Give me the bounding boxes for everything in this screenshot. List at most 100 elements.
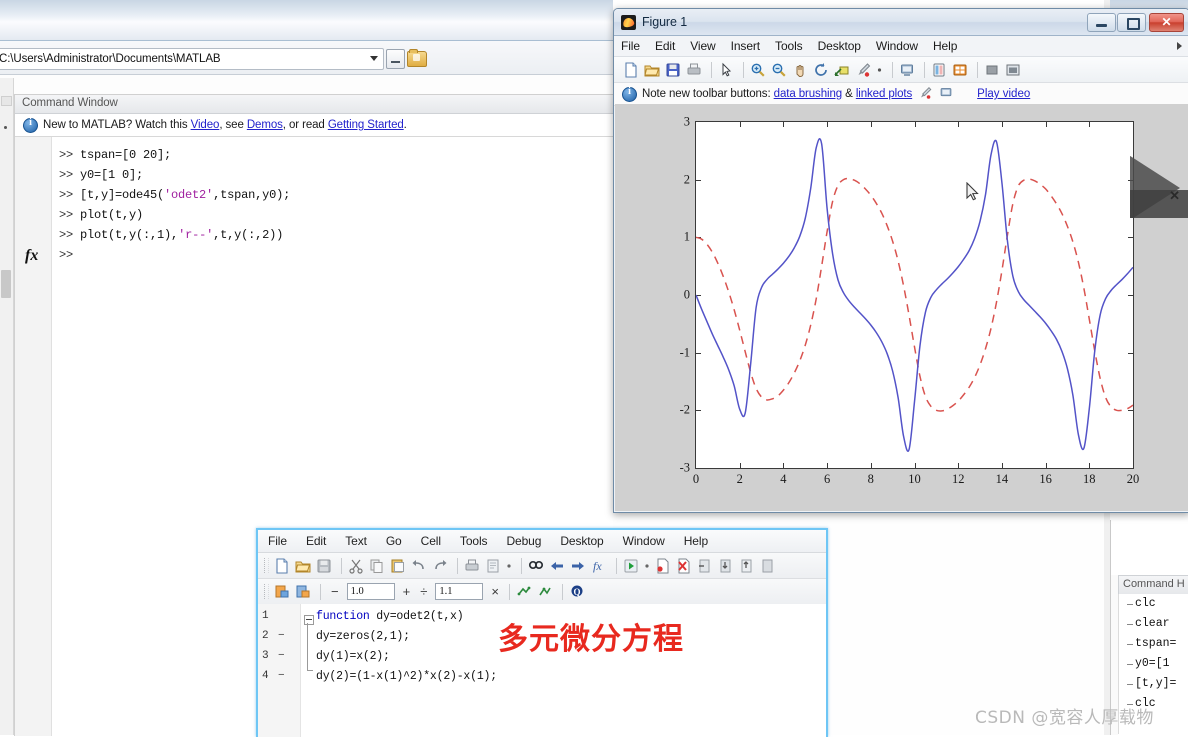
cell-divide-value-input[interactable]: 1.0 (346, 583, 395, 600)
figure-title-bar[interactable]: Figure 1 ✕ (614, 9, 1188, 36)
left-dock-rail[interactable] (0, 78, 14, 735)
redo-icon[interactable] (431, 557, 449, 575)
minimize-button[interactable] (1087, 13, 1116, 32)
breakpoint-marker[interactable]: − (278, 650, 285, 662)
back-icon[interactable] (548, 557, 566, 575)
list-item[interactable]: clear (1119, 614, 1188, 634)
plot-browser-icon[interactable] (951, 61, 969, 79)
menu-desktop[interactable]: Desktop (818, 39, 861, 53)
menu-file[interactable]: File (621, 39, 640, 53)
menu-help[interactable]: Help (933, 39, 957, 53)
play-video-link[interactable]: Play video (977, 88, 1030, 100)
menu-tools[interactable]: Tools (460, 534, 488, 548)
cell-multiply-value-input[interactable]: 1.1 (435, 583, 484, 600)
breakpoint-marker[interactable]: − (278, 630, 285, 642)
menu-edit[interactable]: Edit (655, 39, 675, 53)
menu-help[interactable]: Help (684, 534, 708, 548)
stack2-icon[interactable] (536, 583, 554, 601)
code-fold-toggle[interactable] (304, 615, 314, 625)
menu-view[interactable]: View (690, 39, 716, 53)
demos-link[interactable]: Demos (247, 119, 283, 131)
scrollbar-thumb[interactable] (1, 270, 11, 298)
step-icon[interactable] (696, 557, 714, 575)
dropdown-icon[interactable] (505, 557, 513, 575)
current-folder-path-field[interactable]: C:\Users\Administrator\Documents\MATLAB (0, 48, 384, 70)
menu-edit[interactable]: Edit (306, 534, 326, 548)
function-browser-icon[interactable]: fx (590, 557, 608, 575)
breakpoint-marker[interactable]: − (278, 670, 285, 682)
brush-icon[interactable] (917, 85, 935, 103)
figure-palette-icon[interactable] (930, 61, 948, 79)
pan-icon[interactable] (791, 61, 809, 79)
list-item[interactable]: y0=[1 (1119, 654, 1188, 674)
close-overlay-icon[interactable]: ✕ (1169, 189, 1180, 202)
save-figure-icon[interactable] (664, 61, 682, 79)
help-icon[interactable]: Q (568, 583, 586, 601)
menu-debug[interactable]: Debug (506, 534, 541, 548)
save-icon[interactable] (315, 557, 333, 575)
step-out-icon[interactable] (738, 557, 756, 575)
set-breakpoint-icon[interactable] (654, 557, 672, 575)
undo-icon[interactable] (410, 557, 428, 575)
stack-icon[interactable] (515, 583, 533, 601)
print-preview-icon[interactable] (484, 557, 502, 575)
new-figure-icon[interactable] (622, 61, 640, 79)
new-script-icon[interactable] (273, 557, 291, 575)
cell-mode-icon[interactable] (273, 583, 291, 601)
open-file-icon[interactable] (643, 61, 661, 79)
menu-cell[interactable]: Cell (421, 534, 441, 548)
menu-text[interactable]: Text (345, 534, 367, 548)
find-icon[interactable] (527, 557, 545, 575)
cell-insert-icon[interactable] (294, 583, 312, 601)
continue-icon[interactable] (759, 557, 777, 575)
forward-icon[interactable] (569, 557, 587, 575)
list-item[interactable]: tspan= (1119, 634, 1188, 654)
brush-dropdown-icon[interactable] (875, 61, 884, 79)
chevron-down-icon[interactable] (370, 56, 378, 61)
link-icon[interactable] (938, 85, 956, 103)
video-link[interactable]: Video (191, 119, 220, 131)
toolbar-grip[interactable] (264, 584, 269, 599)
menu-tools[interactable]: Tools (775, 39, 803, 53)
browse-folder-button[interactable] (386, 49, 405, 69)
pointer-icon[interactable] (717, 61, 735, 79)
rotate-3d-icon[interactable] (812, 61, 830, 79)
copy-icon[interactable] (368, 557, 386, 575)
open-file-icon[interactable] (294, 557, 312, 575)
active-prompt-line[interactable]: >> (59, 248, 73, 262)
property-editor-icon[interactable] (983, 61, 1001, 79)
linked-plots-link[interactable]: linked plots (856, 88, 912, 100)
menu-desktop[interactable]: Desktop (560, 534, 603, 548)
list-item[interactable]: clc (1119, 594, 1188, 614)
menu-insert[interactable]: Insert (731, 39, 761, 53)
data-brushing-link[interactable]: data brushing (774, 88, 843, 100)
maximize-button[interactable] (1117, 13, 1146, 32)
menu-window[interactable]: Window (623, 534, 665, 548)
clear-breakpoints-icon[interactable] (675, 557, 693, 575)
menu-file[interactable]: File (268, 534, 287, 548)
link-plot-icon[interactable] (898, 61, 916, 79)
folder-up-button[interactable] (407, 48, 427, 67)
dock-tab-icon[interactable] (1, 96, 12, 106)
step-in-icon[interactable] (717, 557, 735, 575)
zoom-in-icon[interactable] (749, 61, 767, 79)
menu-window[interactable]: Window (876, 39, 918, 53)
run-icon[interactable] (622, 557, 640, 575)
list-item[interactable]: [t,y]= (1119, 674, 1188, 694)
close-button[interactable]: ✕ (1149, 13, 1184, 32)
editor-code-area[interactable]: 1 2 3 4 − − − function dy=odet2(t,x) dy=… (258, 604, 826, 737)
menu-go[interactable]: Go (386, 534, 402, 548)
zoom-out-icon[interactable] (770, 61, 788, 79)
print-figure-icon[interactable] (685, 61, 703, 79)
data-cursor-icon[interactable] (833, 61, 851, 79)
cut-icon[interactable] (347, 557, 365, 575)
paste-icon[interactable] (389, 557, 407, 575)
run-dropdown-icon[interactable] (643, 557, 651, 575)
getting-started-link[interactable]: Getting Started (328, 119, 404, 131)
menu-overflow-icon[interactable] (1177, 42, 1182, 50)
show-hide-icon[interactable] (1004, 61, 1022, 79)
data-brushing-icon[interactable] (854, 61, 872, 79)
print-icon[interactable] (463, 557, 481, 575)
function-browser-icon[interactable]: fx (25, 247, 38, 265)
toolbar-grip[interactable] (264, 558, 269, 573)
